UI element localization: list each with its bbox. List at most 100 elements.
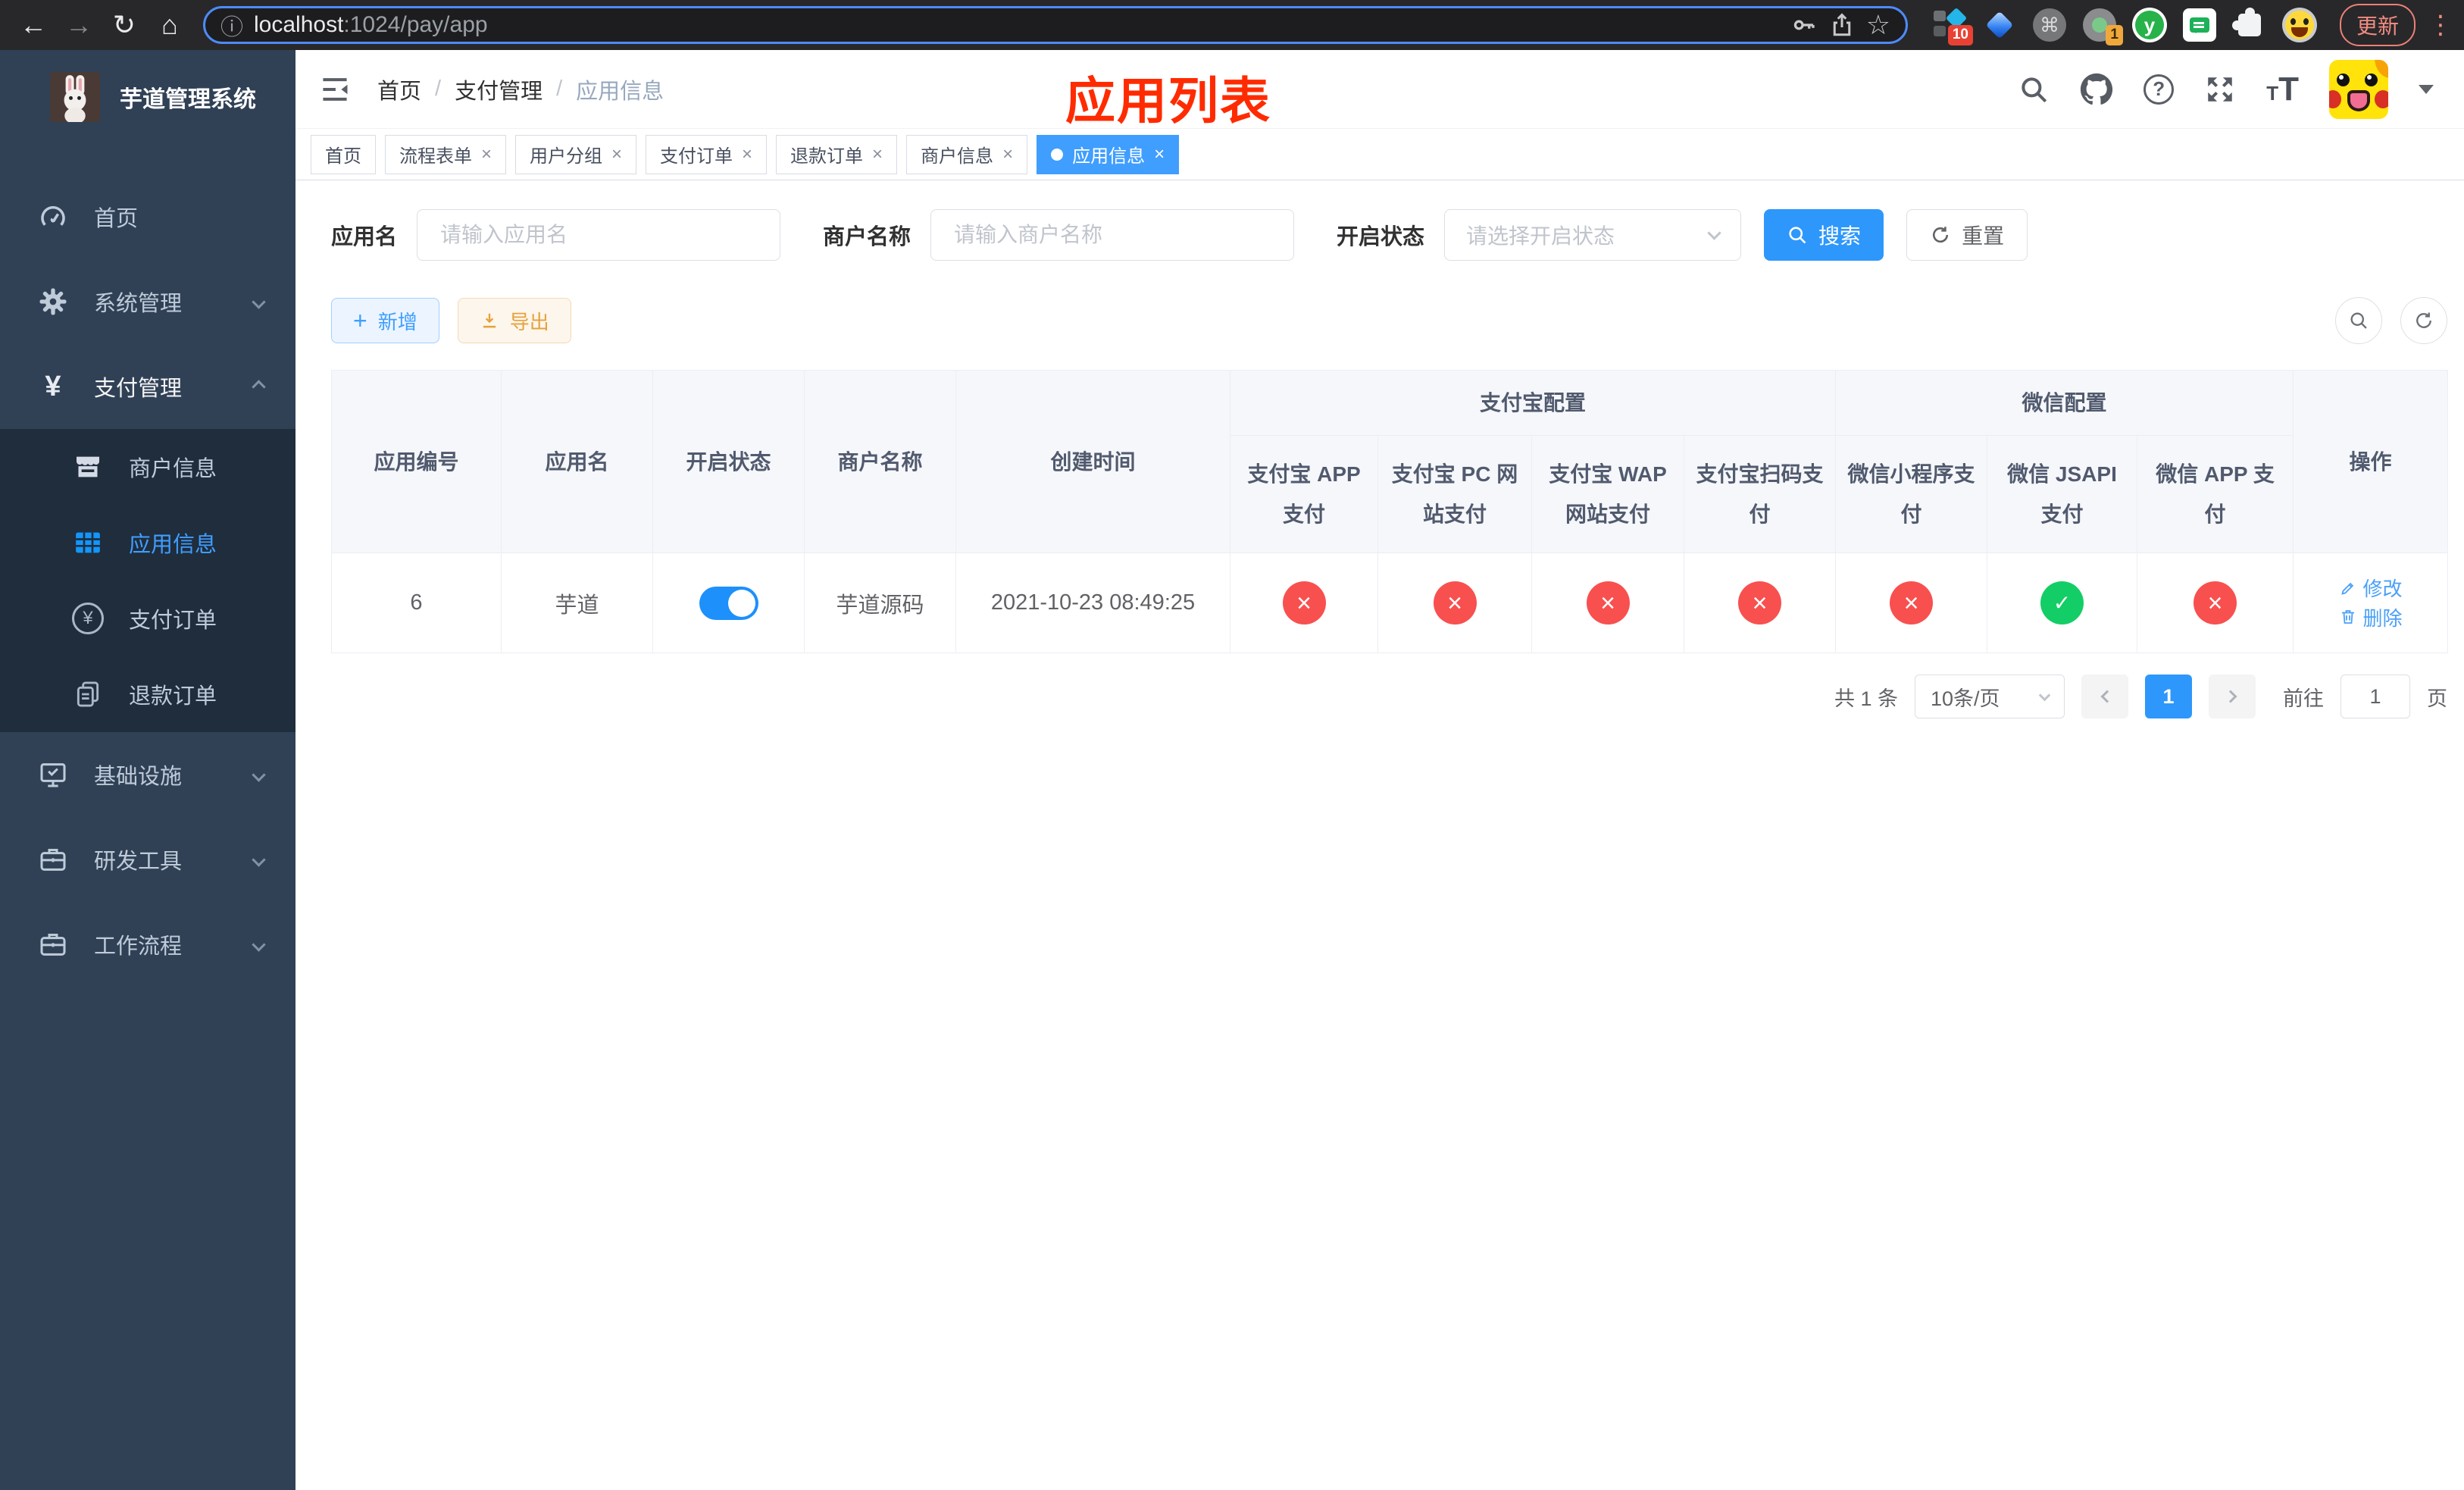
merchant-name-input[interactable] (930, 209, 1295, 261)
show-search-button[interactable] (2335, 297, 2382, 344)
status-select[interactable]: 请选择开启状态 (1444, 209, 1742, 261)
password-key-icon[interactable] (1790, 11, 1818, 39)
chevron-down-icon (252, 767, 266, 782)
breadcrumb-home[interactable]: 首页 (377, 74, 421, 105)
tab-pay-orders[interactable]: 支付订单 × (646, 134, 768, 174)
search-icon[interactable] (2018, 74, 2050, 105)
extension-badge: 10 (1947, 25, 1973, 45)
briefcase-icon (35, 844, 71, 875)
close-icon[interactable]: × (1002, 144, 1013, 165)
sidebar-item-home[interactable]: 首页 (0, 174, 295, 259)
user-avatar[interactable] (2329, 59, 2388, 119)
sidebar-item-infrastructure[interactable]: 基础设施 (0, 732, 295, 817)
plus-icon: + (353, 307, 367, 334)
sidebar-item-app-info[interactable]: 应用信息 (0, 505, 295, 581)
tab-merchant-info[interactable]: 商户信息 × (906, 134, 1028, 174)
status-toggle[interactable] (699, 586, 758, 620)
url-text[interactable]: localhost:1024/pay/app (254, 12, 1780, 38)
tab-home[interactable]: 首页 (311, 134, 376, 174)
add-button[interactable]: + 新增 (331, 298, 439, 343)
home-icon[interactable]: ⌂ (150, 5, 189, 45)
extension-puzzle-icon[interactable] (2231, 8, 2267, 42)
reload-icon[interactable]: ↻ (105, 5, 144, 45)
breadcrumb: 首页 / 支付管理 / 应用信息 (377, 74, 664, 105)
col-wx-app: 微信 APP 支付 (2137, 434, 2294, 554)
goto-label: 前往 (2283, 687, 2324, 710)
active-dot (1051, 148, 1064, 161)
search-button[interactable]: 搜索 (1764, 209, 1884, 261)
extensions-area: 10 ⌘ 1 y (1932, 7, 2317, 45)
app-logo-row[interactable]: 芋道管理系统 (0, 50, 295, 144)
help-icon[interactable]: ? (2143, 74, 2175, 105)
github-icon[interactable] (2080, 73, 2113, 106)
tab-user-group[interactable]: 用户分组 × (515, 134, 637, 174)
avatar-dropdown-icon[interactable] (2419, 84, 2434, 94)
current-page[interactable]: 1 (2145, 675, 2192, 719)
extension-icon-gem[interactable] (1982, 8, 2017, 42)
sidebar-item-dev-tools[interactable]: 研发工具 (0, 817, 295, 902)
col-app-id: 应用编号 (331, 369, 502, 554)
forward-icon[interactable]: → (59, 5, 98, 45)
sidebar-item-pay-orders[interactable]: ¥ 支付订单 (0, 581, 295, 656)
fullscreen-icon[interactable] (2204, 74, 2236, 105)
site-info-icon[interactable]: ⓘ (220, 8, 243, 42)
sidebar-item-label: 支付订单 (129, 609, 217, 633)
col-merchant: 商户名称 (804, 369, 956, 554)
table-row: 6 芋道 芋道源码 2021-10-23 08:49:25 × × × × × … (331, 552, 2449, 654)
chevron-down-icon (1707, 225, 1721, 240)
back-icon[interactable]: ← (14, 5, 53, 45)
rabbit-logo (50, 72, 100, 122)
col-created: 创建时间 (955, 369, 1230, 554)
close-icon[interactable]: × (872, 144, 883, 165)
next-page-button[interactable] (2209, 675, 2256, 719)
bookmark-star-icon[interactable]: ☆ (1866, 9, 1890, 41)
close-icon[interactable]: × (611, 144, 622, 165)
close-icon[interactable]: × (742, 144, 752, 165)
download-icon (483, 313, 496, 328)
yen-icon: ¥ (45, 370, 61, 402)
chrome-update-button[interactable]: 更新 (2339, 4, 2416, 46)
close-icon[interactable]: × (1154, 144, 1165, 165)
extension-icon-tabs[interactable]: 10 (1932, 7, 1973, 45)
tab-app-info[interactable]: 应用信息 × (1037, 134, 1180, 174)
wx-mini-status-icon (1890, 581, 1934, 625)
share-icon[interactable] (1828, 11, 1856, 39)
cell-app-name: 芋道 (501, 552, 653, 654)
sidebar: 芋道管理系统 首页 系统管理 ¥ 支付管理 商户信息 应用信息 ¥ 支付订单 退… (0, 50, 295, 1490)
sidebar-item-system[interactable]: 系统管理 (0, 259, 295, 344)
profile-avatar-icon[interactable] (2281, 8, 2317, 42)
export-button[interactable]: 导出 (457, 298, 571, 343)
col-alipay-app: 支付宝 APP 支付 (1230, 434, 1378, 554)
chevron-down-icon (252, 852, 266, 867)
gear-icon (35, 286, 71, 317)
goto-page-input[interactable] (2340, 675, 2410, 719)
tab-process-form[interactable]: 流程表单 × (385, 134, 507, 174)
extension-icon-command[interactable]: ⌘ (2032, 8, 2067, 42)
delete-link[interactable]: 删除 (2339, 603, 2403, 631)
sidebar-item-label: 基础设施 (94, 765, 183, 789)
browser-menu-icon[interactable]: ⋮ (2428, 10, 2453, 40)
tab-refund-orders[interactable]: 退款订单 × (776, 134, 898, 174)
reset-button[interactable]: 重置 (1906, 209, 2028, 261)
refresh-button[interactable] (2400, 297, 2447, 344)
close-icon[interactable]: × (481, 144, 492, 165)
extension-icon-recorder[interactable]: 1 (2082, 8, 2123, 45)
extension-icon-chat[interactable] (2182, 8, 2217, 42)
app-name-input[interactable] (417, 209, 781, 261)
prev-page-button[interactable] (2081, 675, 2128, 719)
address-bar[interactable]: ⓘ localhost:1024/pay/app ☆ (203, 6, 1908, 44)
cell-merchant: 芋道源码 (804, 552, 956, 654)
sidebar-item-workflow[interactable]: 工作流程 (0, 902, 295, 987)
extension-icon-y[interactable]: y (2131, 8, 2167, 42)
sidebar-item-label: 工作流程 (94, 934, 183, 959)
briefcase-icon (35, 929, 71, 959)
font-size-icon[interactable]: TT (2266, 72, 2299, 106)
page-size-select[interactable]: 10条/页 (1915, 675, 2065, 719)
edit-link[interactable]: 修改 (2339, 574, 2403, 602)
sidebar-item-refund-orders[interactable]: 退款订单 (0, 656, 295, 732)
breadcrumb-payment[interactable]: 支付管理 (455, 74, 543, 105)
sidebar-item-merchant-info[interactable]: 商户信息 (0, 429, 295, 505)
cell-created: 2021-10-23 08:49:25 (955, 552, 1230, 654)
collapse-sidebar-icon[interactable] (318, 73, 352, 106)
sidebar-item-payment[interactable]: ¥ 支付管理 (0, 344, 295, 429)
